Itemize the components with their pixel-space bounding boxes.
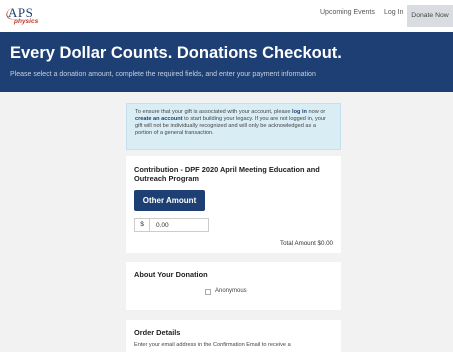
notice-text: now or — [306, 109, 326, 115]
amount-input[interactable] — [151, 219, 208, 231]
total-amount: Total Amount $0.00 — [280, 240, 333, 247]
anonymous-label[interactable]: Anonymous — [215, 288, 247, 294]
order-details-card: Order Details Enter your email address i… — [126, 320, 341, 352]
page-subtitle: Please select a donation amount, complet… — [10, 71, 316, 78]
logo-physics-text: physics — [14, 18, 39, 25]
anonymous-checkbox[interactable] — [205, 289, 211, 295]
other-amount-button[interactable]: Other Amount — [134, 190, 205, 211]
order-details-text: Enter your email address in the Confirma… — [134, 342, 291, 348]
login-link[interactable]: Log In — [384, 9, 403, 16]
order-details-title: Order Details — [134, 328, 181, 337]
about-donation-card: About Your Donation Anonymous — [126, 262, 341, 310]
currency-symbol: $ — [135, 219, 150, 231]
amount-input-group: $ — [134, 218, 209, 232]
top-navigation-bar: APS physics Upcoming Events Log In Donat… — [0, 0, 453, 32]
about-donation-title: About Your Donation — [134, 270, 208, 279]
hero-banner: Every Dollar Counts. Donations Checkout.… — [0, 32, 453, 92]
create-account-link[interactable]: create an account — [135, 116, 183, 122]
login-notice-box: To ensure that your gift is associated w… — [126, 103, 341, 150]
contribution-card: Contribution - DPF 2020 April Meeting Ed… — [126, 156, 341, 253]
aps-physics-logo[interactable]: APS physics — [4, 4, 46, 29]
upcoming-events-link[interactable]: Upcoming Events — [320, 9, 375, 16]
page-title: Every Dollar Counts. Donations Checkout. — [10, 44, 342, 62]
login-link-inline[interactable]: log in — [292, 109, 307, 115]
notice-text: To ensure that your gift is associated w… — [135, 109, 293, 115]
contribution-title: Contribution - DPF 2020 April Meeting Ed… — [134, 165, 320, 183]
donate-now-button[interactable]: Donate Now — [407, 5, 453, 27]
